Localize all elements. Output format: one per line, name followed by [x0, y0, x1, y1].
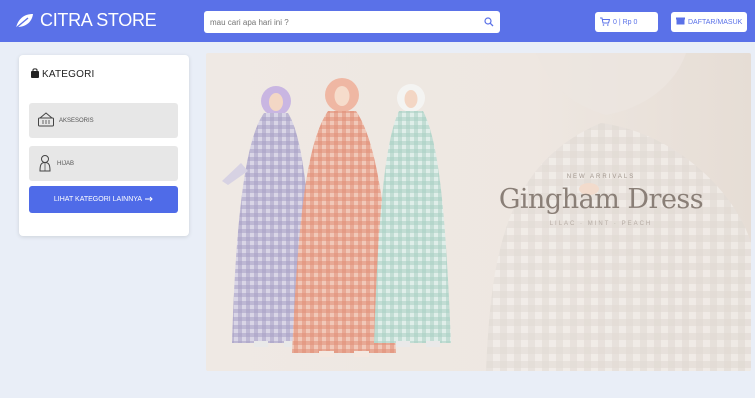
- shop-icon: [676, 17, 685, 27]
- category-item-aksesoris[interactable]: AKSESORIS: [29, 103, 178, 138]
- more-categories-label: LIHAT KATEGORI LAINNYA: [53, 196, 143, 203]
- promo-banner[interactable]: NEW ARRIVALS Gingham Dress LILAC · MINT …: [206, 53, 751, 371]
- banner-caption: NEW ARRIVALS Gingham Dress LILAC · MINT …: [496, 174, 706, 227]
- banner-subline: LILAC · MINT · PEACH: [549, 221, 653, 227]
- category-item-hijab[interactable]: HIJAB: [29, 146, 178, 181]
- category-label: HIJAB: [57, 160, 75, 167]
- cart-button[interactable]: 0 | Rp 0: [595, 12, 658, 32]
- brand-name: CITRA STORE: [40, 10, 157, 30]
- search-input[interactable]: [204, 11, 478, 33]
- leaf-icon: [14, 13, 34, 29]
- login-label: DAFTAR/MASUK: [688, 18, 743, 26]
- category-heading: KATEGORI: [31, 68, 95, 81]
- arrow-right-icon: [145, 196, 153, 204]
- login-button[interactable]: DAFTAR/MASUK: [671, 12, 747, 32]
- banner-eyebrow: NEW ARRIVALS: [566, 174, 636, 180]
- brand-logo[interactable]: CITRA STORE: [14, 10, 157, 31]
- banner-headline: Gingham Dress: [498, 184, 704, 215]
- more-categories-button[interactable]: LIHAT KATEGORI LAINNYA: [29, 186, 178, 213]
- search-bar: [204, 11, 500, 33]
- bag-icon: [31, 68, 39, 81]
- category-label: AKSESORIS: [59, 117, 94, 124]
- cart-icon: [600, 17, 611, 28]
- category-title: KATEGORI: [42, 69, 95, 80]
- basket-icon: [37, 111, 55, 130]
- category-panel: KATEGORI AKSESORIS HIJAB LIHAT KATEGORI …: [19, 55, 189, 236]
- search-icon[interactable]: [478, 17, 500, 27]
- navbar: CITRA STORE 0 | Rp 0 DAFTAR/MAS: [0, 0, 755, 42]
- cart-summary: 0 | Rp 0: [613, 18, 638, 26]
- hijab-icon: [37, 154, 53, 174]
